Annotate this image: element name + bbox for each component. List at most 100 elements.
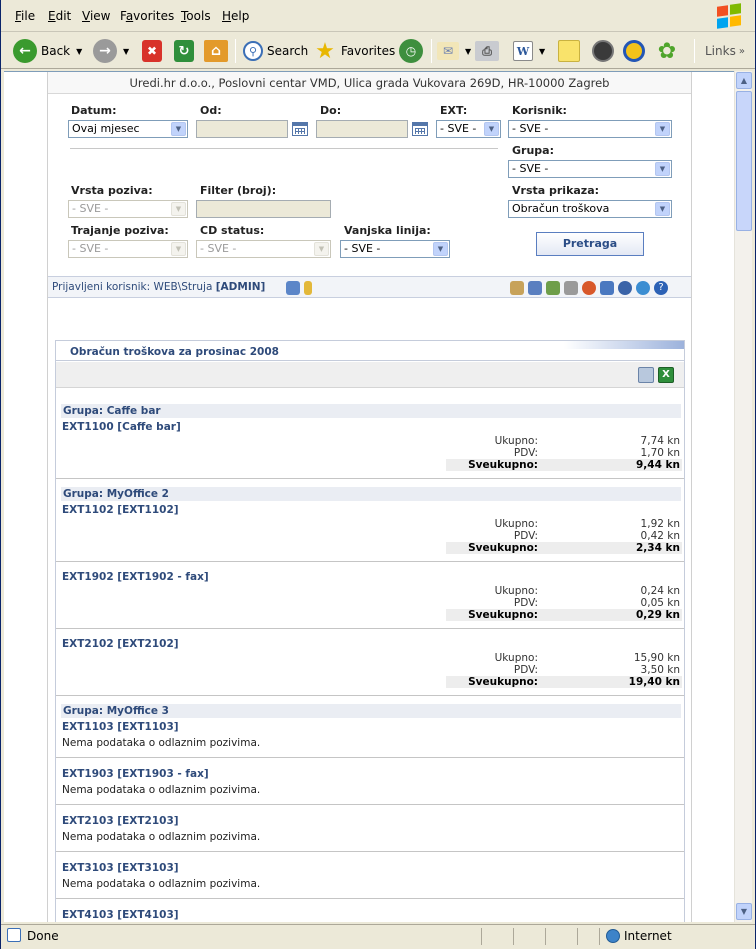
menu-tools[interactable]: Tools <box>181 9 211 23</box>
ext-link[interactable]: EXT1103 [EXT1103] <box>62 721 179 733</box>
report-title: Obračun troškova za prosinac 2008 <box>56 341 684 361</box>
ext-link[interactable]: EXT2103 [EXT2103] <box>62 815 179 827</box>
back-dropdown-icon[interactable]: ▼ <box>76 47 82 56</box>
scroll-thumb[interactable] <box>736 91 752 231</box>
ext-link[interactable]: EXT1902 [EXT1902 - fax] <box>62 571 209 583</box>
ext-link[interactable]: EXT4103 [EXT4103] <box>62 909 179 921</box>
chevron-down-icon: ▼ <box>655 202 670 216</box>
zone-text: Internet <box>624 929 672 943</box>
refresh-button[interactable]: ↻ <box>174 37 194 65</box>
edit-dropdown-icon[interactable]: ▼ <box>539 47 545 56</box>
pretraga-button[interactable]: Pretraga <box>536 232 644 256</box>
calendar-icon[interactable] <box>412 122 428 136</box>
menu-bar: File Edit View Favorites Tools Help <box>1 0 755 32</box>
gear-icon[interactable] <box>564 281 578 295</box>
print-button[interactable]: ⎙ <box>475 37 499 65</box>
database-icon[interactable] <box>618 281 632 295</box>
key-icon[interactable] <box>304 281 312 295</box>
users-icon[interactable] <box>546 281 560 295</box>
stop-button[interactable]: ✖ <box>142 37 162 65</box>
edit-word-button[interactable]: W ▼ <box>513 37 545 65</box>
chevron-down-icon: ▼ <box>314 242 329 256</box>
do-date-input[interactable] <box>316 120 408 138</box>
ext-select[interactable]: - SVE - ▼ <box>436 120 501 138</box>
trajanje-label: Trajanje poziva: <box>71 224 169 237</box>
ext-link[interactable]: EXT1903 [EXT1903 - fax] <box>62 768 209 780</box>
chevron-down-icon: ▼ <box>171 242 186 256</box>
menu-help[interactable]: Help <box>222 9 249 23</box>
mail-dropdown-icon[interactable]: ▼ <box>465 47 471 56</box>
divider <box>70 148 498 149</box>
datum-label: Datum: <box>71 104 117 117</box>
menu-view[interactable]: View <box>82 9 110 23</box>
trajanje-select[interactable]: - SVE - ▼ <box>68 240 188 258</box>
notes-button[interactable] <box>558 37 580 65</box>
help-icon[interactable]: ? <box>654 281 668 295</box>
cd-status-select[interactable]: - SVE - ▼ <box>196 240 331 258</box>
ukupno-row: Ukupno: 7,74 kn <box>494 435 680 447</box>
page-viewport: Uredi.hr d.o.o., Poslovni centar VMD, Ul… <box>4 71 734 922</box>
korisnik-label: Korisnik: <box>512 104 567 117</box>
favorites-button[interactable]: ★ Favorites <box>313 37 395 65</box>
report-toolbar: X <box>56 362 684 388</box>
excel-icon[interactable]: X <box>658 367 674 383</box>
copy-icon[interactable] <box>600 281 614 295</box>
sveukupno-row: Sveukupno: 2,34 kn <box>446 542 682 554</box>
grupa-label: Grupa: <box>512 144 554 157</box>
note-icon <box>558 40 580 62</box>
mail-button[interactable]: ✉ ▼ <box>437 37 471 65</box>
datum-select[interactable]: Ovaj mjesec ▼ <box>68 120 188 138</box>
ukupno-row: Ukupno: 0,24 kn <box>494 585 680 597</box>
no-data-note: Nema podataka o odlaznim pozivima. <box>62 831 261 843</box>
filter-broj-input[interactable] <box>196 200 331 218</box>
page-icon <box>7 928 21 942</box>
icq-button[interactable]: ✿ <box>655 37 679 65</box>
no-data-note: Nema podataka o odlaznim pozivima. <box>62 784 261 796</box>
ukupno-row: Ukupno: 15,90 kn <box>494 652 680 664</box>
status-text: Done <box>27 929 59 943</box>
research-button[interactable] <box>623 37 645 65</box>
back-button[interactable]: ← Back ▼ <box>13 37 82 65</box>
ext-link[interactable]: EXT1100 [Caffe bar] <box>62 421 181 433</box>
printer-icon: ⎙ <box>475 41 499 61</box>
sveukupno-row: Sveukupno: 0,29 kn <box>446 609 682 621</box>
no-data-note: Nema podataka o odlaznim pozivima. <box>62 878 261 890</box>
switch-user-icon[interactable] <box>286 281 300 295</box>
chevron-down-icon: ▼ <box>171 202 186 216</box>
scroll-up-icon[interactable]: ▲ <box>736 72 752 89</box>
grupa-select[interactable]: - SVE - ▼ <box>508 160 672 178</box>
calendar-icon[interactable] <box>292 122 308 136</box>
ext-link[interactable]: EXT2102 [EXT2102] <box>62 638 179 650</box>
links-button[interactable]: Links » <box>705 37 745 65</box>
search-report-icon[interactable] <box>510 281 524 295</box>
menu-file[interactable]: File <box>15 9 35 23</box>
menu-favorites[interactable]: Favorites <box>120 9 174 23</box>
ext-link[interactable]: EXT3103 [EXT3103] <box>62 862 179 874</box>
chevron-right-icon: » <box>738 45 745 57</box>
vrsta-poziva-label: Vrsta poziva: <box>71 184 153 197</box>
print-icon[interactable] <box>638 367 654 383</box>
scroll-down-icon[interactable]: ▼ <box>736 903 752 920</box>
forward-dropdown-icon[interactable]: ▼ <box>123 47 129 56</box>
logged-user-bar: Prijavljeni korisnik: WEB\Struja [ADMIN]… <box>48 276 691 298</box>
globe-icon[interactable] <box>636 281 650 295</box>
forward-button[interactable]: → ▼ <box>93 37 129 65</box>
vertical-scrollbar[interactable]: ▲ ▼ <box>734 71 752 922</box>
vanjska-linija-select[interactable]: - SVE - ▼ <box>340 240 450 258</box>
history-button[interactable]: ◷ <box>399 37 423 65</box>
filter-broj-label: Filter (broj): <box>200 184 277 197</box>
vrsta-poziva-select[interactable]: - SVE - ▼ <box>68 200 188 218</box>
menu-edit[interactable]: Edit <box>48 9 71 23</box>
od-date-input[interactable] <box>196 120 288 138</box>
korisnik-select[interactable]: - SVE - ▼ <box>508 120 672 138</box>
messenger-icon <box>592 40 614 62</box>
book-icon[interactable] <box>528 281 542 295</box>
ext-link[interactable]: EXT1102 [EXT1102] <box>62 504 179 516</box>
back-arrow-icon: ← <box>13 39 37 63</box>
home-button[interactable]: ⌂ <box>204 37 228 65</box>
clock-icon[interactable] <box>582 281 596 295</box>
messenger-button[interactable] <box>592 37 614 65</box>
vrsta-prikaza-select[interactable]: Obračun troškova ▼ <box>508 200 672 218</box>
chevron-down-icon: ▼ <box>484 122 499 136</box>
search-button[interactable]: ⚲ Search <box>243 37 308 65</box>
